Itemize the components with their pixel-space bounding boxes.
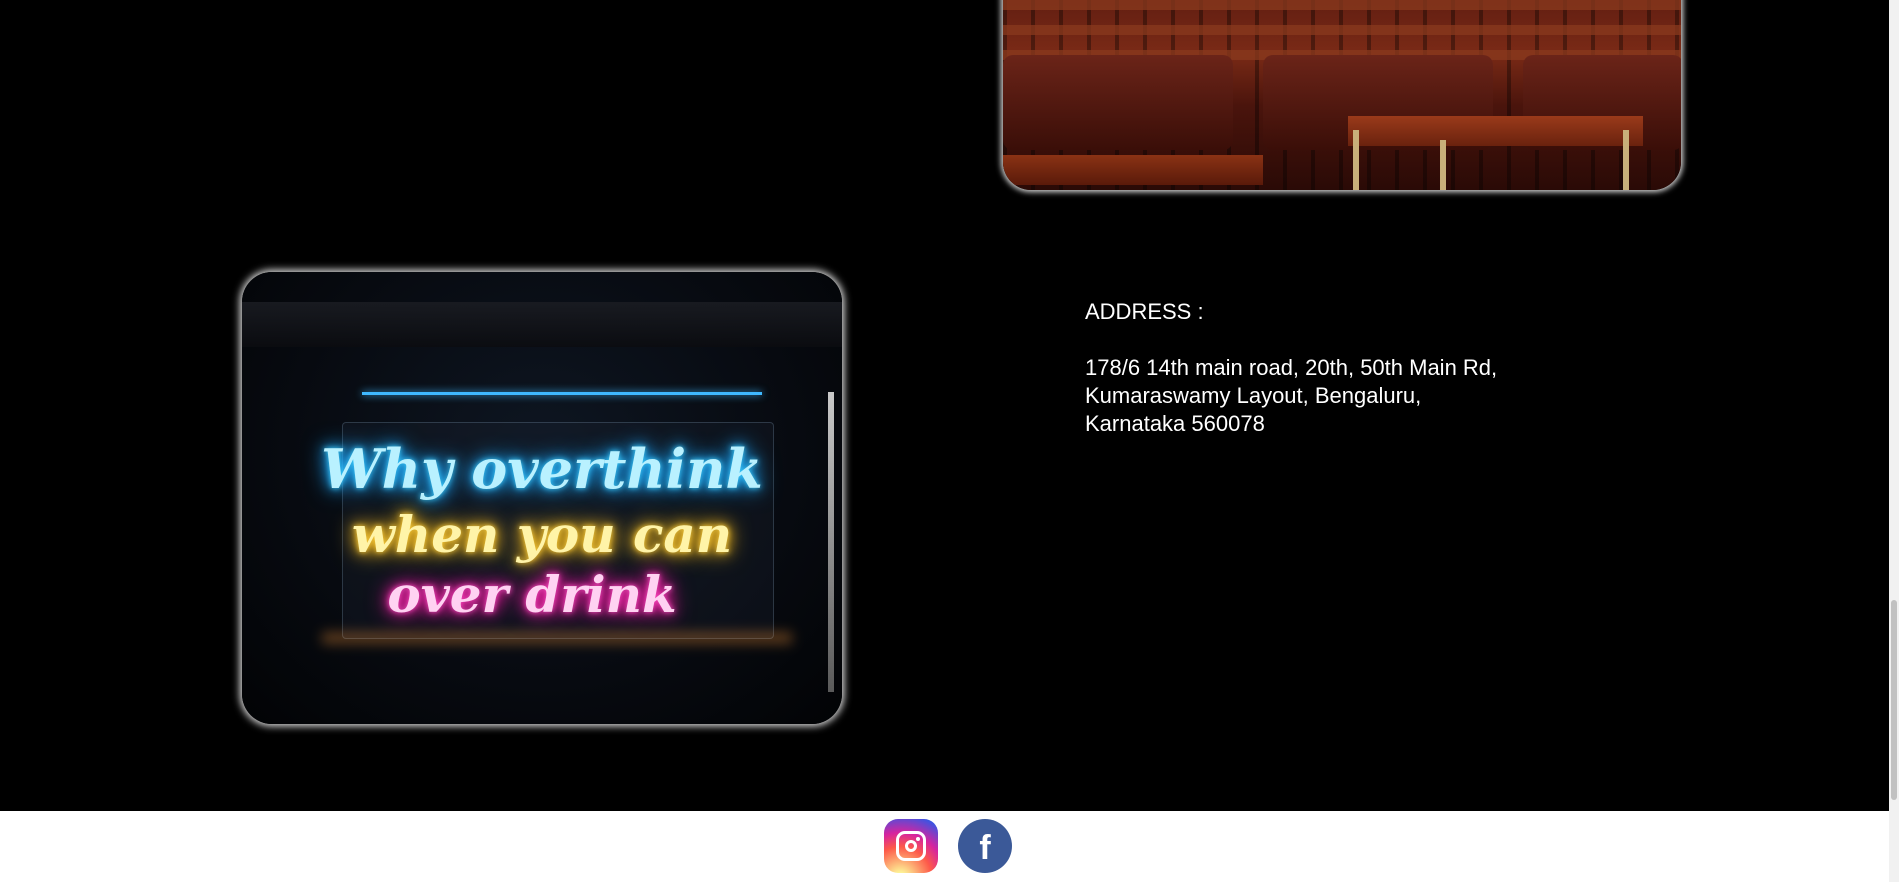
main-content: Why overthink when you can over drink AD… xyxy=(0,0,1899,811)
instagram-link[interactable] xyxy=(884,819,938,873)
facebook-link[interactable]: f xyxy=(958,819,1012,873)
footer: f xyxy=(0,811,1899,882)
neon-sign-photo: Why overthink when you can over drink xyxy=(242,272,842,724)
address-label: ADDRESS : xyxy=(1085,299,1204,324)
address-line-1: 178/6 14th main road, 20th, 50th Main Rd… xyxy=(1085,355,1498,380)
address-block: ADDRESS : 178/6 14th main road, 20th, 50… xyxy=(1085,298,1497,438)
neon-sign-line-1: Why overthink xyxy=(321,437,763,501)
instagram-icon xyxy=(896,831,926,861)
neon-sign-line-2: when you can xyxy=(351,505,733,564)
neon-sign-line-3: over drink xyxy=(387,565,677,624)
facebook-icon: f xyxy=(979,829,991,867)
page-scrollbar[interactable] xyxy=(1889,0,1899,882)
address-line-2: Kumaraswamy Layout, Bengaluru, xyxy=(1085,383,1422,408)
scrollbar-thumb[interactable] xyxy=(1891,600,1897,800)
restaurant-seating-photo xyxy=(1003,0,1681,190)
address-line-3: Karnataka 560078 xyxy=(1085,411,1265,436)
